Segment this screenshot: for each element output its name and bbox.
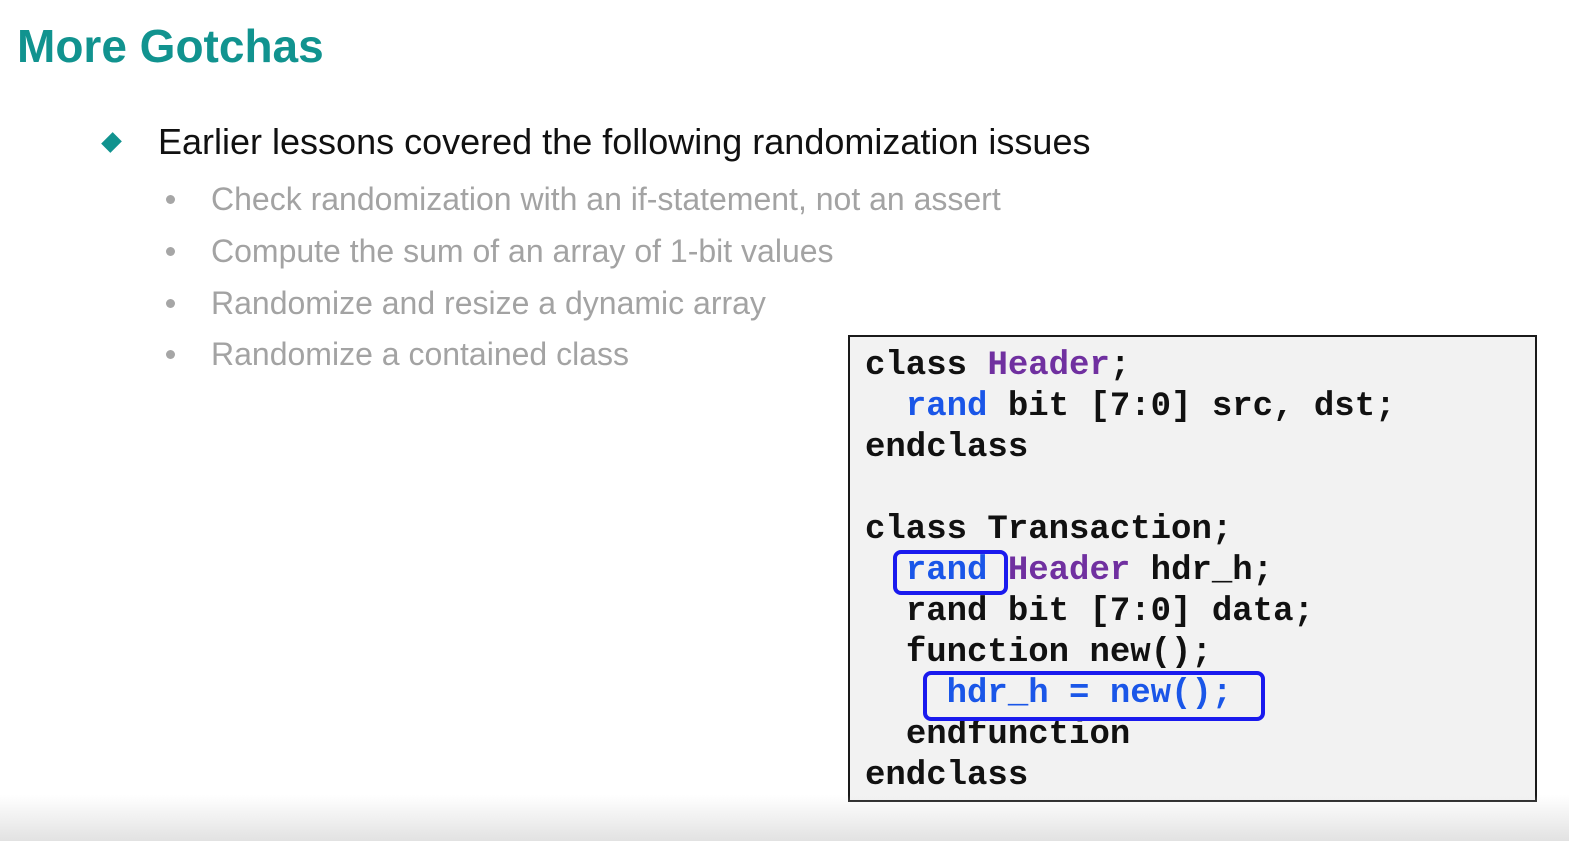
dot-bullet-icon [166,350,175,360]
sub-bullet-text: Check randomization with an if-statement… [211,181,1001,218]
code-text: ; [1109,347,1131,385]
code-text: endfunction [905,716,1131,754]
code-text: function new(); [905,634,1212,672]
code-text: hdr_h; [1130,552,1274,590]
sub-bullet-item: Randomize and resize a dynamic array [160,277,1001,329]
main-bullet: Earlier lessons covered the following ra… [100,120,1090,164]
code-text: rand bit [7:0] data; [905,593,1314,631]
sub-bullet-text: Randomize a contained class [211,336,630,373]
slide-title: More Gotchas [17,20,324,72]
sub-bullet-item: Check randomization with an if-statement… [160,174,1001,226]
code-line: rand bit [7:0] src, dst; [865,387,1396,428]
code-keyword: class [865,347,968,385]
code-line: function new(); [865,633,1212,674]
dot-bullet-icon [166,247,175,257]
dot-bullet-icon [166,298,175,308]
code-block: class Header; rand bit [7:0] src, dst; e… [848,335,1537,802]
code-text: bit [7:0] src, dst; [987,388,1396,426]
sub-bullet-text: Compute the sum of an array of 1-bit val… [211,233,834,270]
code-type-name: Header [1007,552,1131,590]
sub-bullet-item: Compute the sum of an array of 1-bit val… [160,226,1001,278]
code-type-name: Header [987,347,1110,385]
new-call-highlight-box [923,671,1265,721]
code-keyword: rand [905,388,988,426]
code-line: class Transaction; [865,511,1233,549]
rand-highlight-box [893,550,1008,595]
code-line: endfunction [865,715,1130,756]
bottom-gradient [0,795,1569,841]
main-bullet-text: Earlier lessons covered the following ra… [158,121,1091,162]
diamond-bullet-icon [101,131,122,153]
sub-bullet-text: Randomize and resize a dynamic array [211,284,766,321]
dot-bullet-icon [166,195,175,205]
code-line: endclass [865,757,1029,795]
code-line: endclass [865,429,1029,467]
code-line: rand bit [7:0] data; [865,592,1314,633]
code-line: class Header; [865,346,1130,387]
